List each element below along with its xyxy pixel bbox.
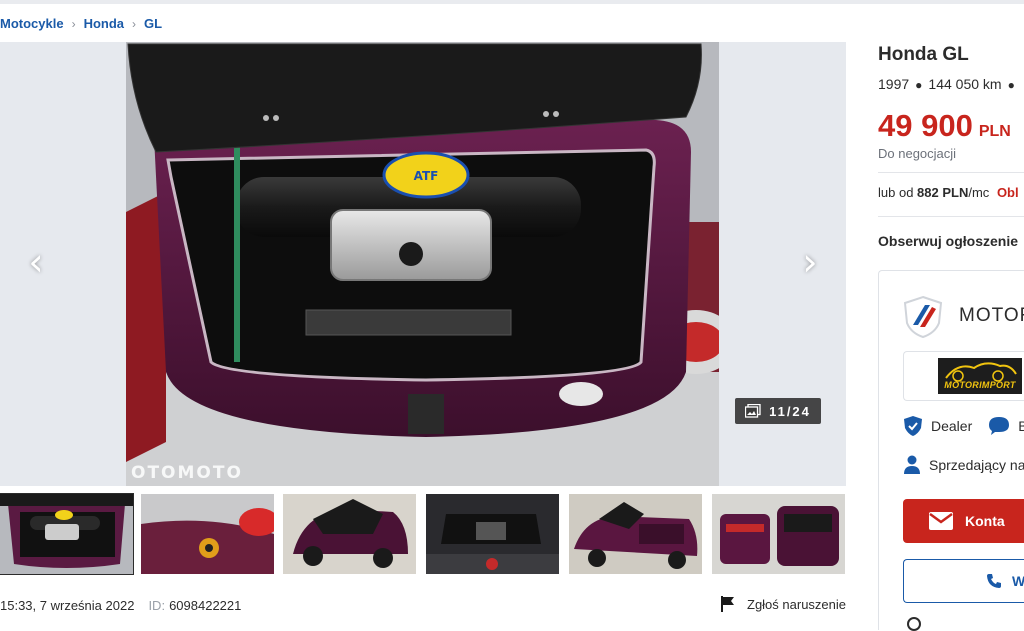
thumbnail-strip: [0, 493, 846, 575]
otomoto-watermark: OTOMOTO: [131, 463, 243, 483]
bullet-icon: ●: [915, 78, 923, 92]
photo-counter: 11/24: [735, 398, 821, 424]
bullet-icon: ●: [1007, 78, 1015, 92]
svg-text:ATF: ATF: [414, 169, 439, 183]
phone-button-label: W: [1012, 573, 1024, 589]
listing-meta: 15:33, 7 września 2022 ID: 6098422221 Zg…: [0, 595, 846, 613]
seller-info: Sprzedający na: [903, 455, 1024, 475]
dealer-tag-second: B: [1018, 418, 1024, 434]
chevron-right-icon[interactable]: ›: [792, 242, 828, 282]
dealer-tags: Dealer B: [903, 415, 1024, 437]
flag-icon: [721, 596, 734, 612]
dealer-card: MOTOR MOTORIMPORT Dealer B Sprzedający n…: [878, 270, 1024, 631]
thumbnail-3[interactable]: [283, 494, 416, 574]
report-label: Zgłoś naruszenie: [747, 596, 846, 612]
finance-prefix: lub od: [878, 185, 914, 200]
envelope-icon: [929, 512, 953, 530]
listing-specs: 1997 ● 144 050 km ●: [878, 76, 1021, 92]
dealer-name[interactable]: MOTOR: [959, 305, 1024, 327]
dealer-logo: MOTORIMPORT: [938, 358, 1022, 394]
listing-id-label: ID:: [148, 598, 166, 613]
show-phone-button[interactable]: W: [903, 559, 1024, 603]
dealer-logo-text: MOTORIMPORT: [944, 380, 1016, 390]
seller-label: Sprzedający na: [929, 457, 1024, 473]
listing-id: 6098422221: [169, 598, 242, 613]
chat-bubble-icon: [989, 417, 1010, 435]
contact-seller-button[interactable]: Konta: [903, 499, 1024, 543]
info-icon: [907, 617, 921, 631]
chevron-right-icon: ›: [71, 16, 76, 31]
thumbnail-1[interactable]: [0, 493, 134, 575]
chevron-right-icon: ›: [132, 16, 137, 31]
listing-date: 15:33, 7 września 2022: [0, 598, 135, 613]
thumbnail-5[interactable]: [569, 494, 702, 574]
spec-mileage: 144 050 km: [928, 76, 1002, 92]
dealer-logo-box[interactable]: MOTORIMPORT: [903, 351, 1024, 401]
chevron-left-icon[interactable]: ‹: [18, 242, 54, 282]
price-amount: 49 900: [878, 108, 973, 143]
main-photo[interactable]: ATF: [126, 42, 719, 486]
phone-icon: [987, 574, 1001, 588]
finance-suffix: /mc: [968, 185, 990, 200]
gallery-icon: [745, 404, 761, 418]
divider: [878, 172, 1024, 173]
breadcrumb: Motocykle › Honda › GL: [0, 16, 162, 31]
finance-info: lub od 882 PLN/mc Obl: [878, 185, 1019, 200]
finance-amount: 882 PLN: [917, 185, 969, 200]
dealer-badge-icon: [903, 295, 943, 344]
price-currency: PLN: [978, 123, 1011, 140]
listing-title: Honda GL: [878, 44, 969, 65]
finance-calculate-link[interactable]: Obl: [997, 185, 1019, 200]
top-bar: [0, 0, 1024, 4]
price: 49 900 PLN: [878, 108, 1011, 144]
thumbnail-2[interactable]: [141, 494, 274, 574]
contact-button-label: Konta: [965, 513, 1005, 529]
breadcrumb-item-motocykle[interactable]: Motocykle: [0, 16, 64, 31]
breadcrumb-item-gl[interactable]: GL: [144, 16, 162, 31]
photo-counter-text: 11/24: [769, 403, 811, 419]
thumbnail-6[interactable]: [712, 494, 845, 574]
follow-listing-button[interactable]: Obserwuj ogłoszenie: [878, 233, 1018, 249]
spec-year: 1997: [878, 76, 910, 92]
divider: [878, 216, 1024, 217]
dealer-tag-label: Dealer: [931, 418, 973, 434]
report-button[interactable]: Zgłoś naruszenie: [719, 595, 846, 613]
photo-gallery: ATF ‹ › OTOMOTO: [0, 42, 846, 486]
listing-sidebar: Honda GL 1997 ● 144 050 km ● 49 900 PLN Do n…: [878, 44, 1024, 249]
breadcrumb-item-honda[interactable]: Honda: [84, 16, 124, 31]
person-icon: [904, 455, 920, 474]
thumbnail-4[interactable]: [426, 494, 559, 574]
negotiable-label: Do negocjacji: [878, 146, 957, 161]
verified-shield-icon: [904, 416, 922, 436]
